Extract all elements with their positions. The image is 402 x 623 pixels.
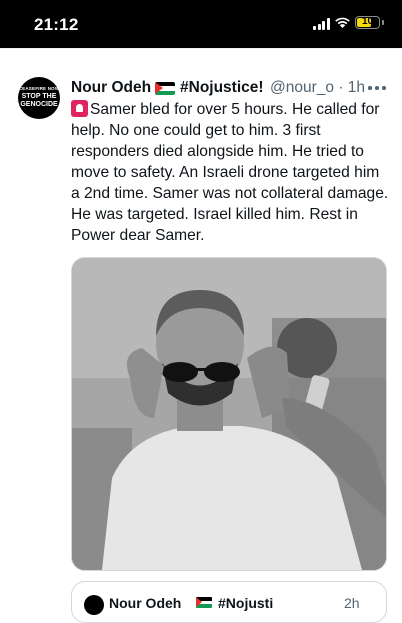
avatar-text-line-2: GENOCIDE: [20, 101, 58, 109]
quoted-author-tag: #Nojusti: [218, 595, 274, 611]
status-time: 21:12: [34, 15, 79, 34]
author-handle[interactable]: @nour_o · 1h: [270, 79, 365, 97]
quoted-timestamp: 2h: [344, 595, 360, 611]
battery-level: 10: [361, 16, 374, 27]
siren-icon: [71, 100, 88, 117]
quoted-author-name: Nour Odeh: [109, 595, 182, 611]
avatar-text-line-1: STOP THE: [21, 92, 57, 100]
handle-text: @nour_o: [270, 79, 334, 96]
author-tag[interactable]: #Nojustice!: [180, 79, 266, 97]
quoted-avatar: [84, 595, 104, 615]
tweet-text-content: Samer bled for over 5 hours. He called f…: [71, 101, 389, 244]
cellular-signal-icon: [313, 18, 330, 30]
status-bar: 21:12 10: [0, 0, 402, 48]
tweet-header: Nour Odeh #Nojustice! @nour_o · 1h: [71, 79, 386, 99]
avatar-text-small: CEASEFIRE NOW: [18, 86, 60, 92]
more-options-icon[interactable]: [366, 77, 388, 97]
separator-dot: ·: [338, 79, 344, 96]
photo-illustration: [72, 258, 386, 570]
timestamp: 1h: [347, 79, 366, 96]
battery-icon: 10: [355, 16, 380, 29]
author-name[interactable]: Nour Odeh: [71, 79, 151, 97]
wifi-icon: [335, 17, 350, 28]
tweet[interactable]: CEASEFIRE NOW STOP THE GENOCIDE Nour Ode…: [0, 48, 402, 623]
quoted-tweet[interactable]: Nour Odeh #Nojusti 2h: [71, 581, 387, 623]
quoted-palestine-flag-icon: [196, 597, 212, 608]
palestine-flag-icon: [155, 82, 175, 95]
tweet-text: Samer bled for over 5 hours. He called f…: [71, 99, 391, 246]
avatar[interactable]: CEASEFIRE NOW STOP THE GENOCIDE: [18, 77, 60, 119]
tweet-photo[interactable]: [71, 257, 387, 571]
